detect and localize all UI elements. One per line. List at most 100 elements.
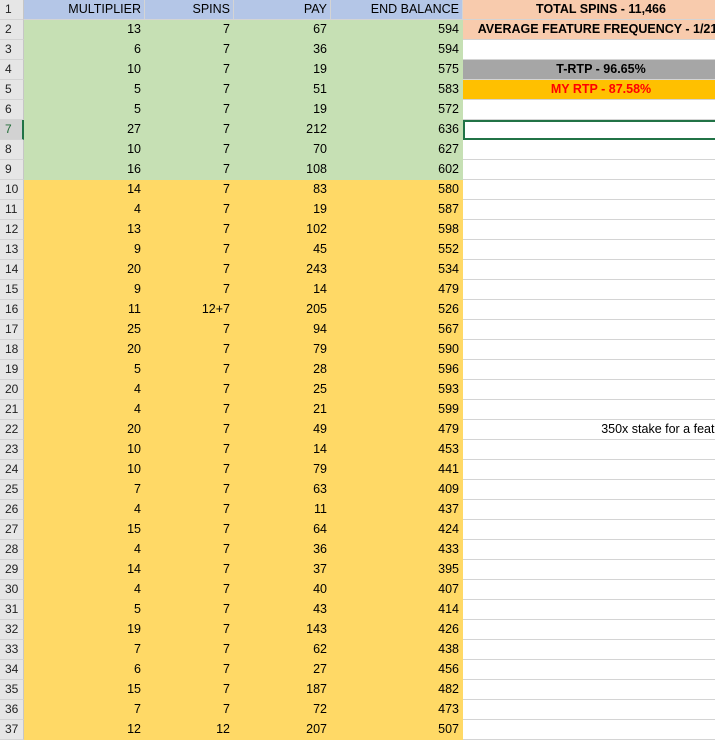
spins-cell[interactable]: 7: [145, 220, 234, 240]
pay-cell[interactable]: 28: [234, 360, 331, 380]
side-cell[interactable]: [463, 180, 715, 200]
selected-cell[interactable]: [463, 120, 715, 140]
pay-cell[interactable]: 27: [234, 660, 331, 680]
multiplier-cell[interactable]: 4: [24, 380, 145, 400]
end-balance-cell[interactable]: 424: [331, 520, 463, 540]
multiplier-cell[interactable]: 14: [24, 560, 145, 580]
multiplier-cell[interactable]: 20: [24, 340, 145, 360]
pay-cell[interactable]: 49: [234, 420, 331, 440]
row-number[interactable]: 33: [0, 640, 24, 660]
row-number[interactable]: 35: [0, 680, 24, 700]
side-cell[interactable]: [463, 560, 715, 580]
end-balance-cell[interactable]: 426: [331, 620, 463, 640]
side-cell[interactable]: [463, 260, 715, 280]
row-number[interactable]: 31: [0, 600, 24, 620]
side-cell[interactable]: [463, 200, 715, 220]
spins-cell[interactable]: 7: [145, 260, 234, 280]
side-cell[interactable]: [463, 660, 715, 680]
end-balance-cell[interactable]: 409: [331, 480, 463, 500]
side-cell[interactable]: [463, 280, 715, 300]
pay-cell[interactable]: 108: [234, 160, 331, 180]
feature-note-cell[interactable]: 350x stake for a feature!: [463, 420, 715, 440]
side-cell[interactable]: [463, 320, 715, 340]
multiplier-cell[interactable]: 4: [24, 400, 145, 420]
row-number[interactable]: 34: [0, 660, 24, 680]
row-number[interactable]: 36: [0, 700, 24, 720]
header-pay[interactable]: PAY: [234, 0, 331, 20]
side-cell[interactable]: [463, 580, 715, 600]
pay-cell[interactable]: 62: [234, 640, 331, 660]
row-number[interactable]: 3: [0, 40, 24, 60]
end-balance-cell[interactable]: 594: [331, 20, 463, 40]
row-number[interactable]: 30: [0, 580, 24, 600]
side-cell[interactable]: [463, 540, 715, 560]
row-number[interactable]: 23: [0, 440, 24, 460]
multiplier-cell[interactable]: 4: [24, 580, 145, 600]
my-rtp-cell[interactable]: MY RTP - 87.58%: [463, 80, 715, 100]
multiplier-cell[interactable]: 4: [24, 200, 145, 220]
spins-cell[interactable]: 7: [145, 640, 234, 660]
pay-cell[interactable]: 79: [234, 460, 331, 480]
multiplier-cell[interactable]: 5: [24, 100, 145, 120]
spins-cell[interactable]: 7: [145, 240, 234, 260]
pay-cell[interactable]: 212: [234, 120, 331, 140]
end-balance-cell[interactable]: 441: [331, 460, 463, 480]
t-rtp-cell[interactable]: T-RTP - 96.65%: [463, 60, 715, 80]
pay-cell[interactable]: 36: [234, 40, 331, 60]
spins-cell[interactable]: 7: [145, 20, 234, 40]
spins-cell[interactable]: 7: [145, 160, 234, 180]
pay-cell[interactable]: 205: [234, 300, 331, 320]
multiplier-cell[interactable]: 12: [24, 720, 145, 740]
row-number[interactable]: 24: [0, 460, 24, 480]
end-balance-cell[interactable]: 599: [331, 400, 463, 420]
end-balance-cell[interactable]: 583: [331, 80, 463, 100]
end-balance-cell[interactable]: 453: [331, 440, 463, 460]
spins-cell[interactable]: 7: [145, 580, 234, 600]
end-balance-cell[interactable]: 479: [331, 280, 463, 300]
row-number[interactable]: 14: [0, 260, 24, 280]
pay-cell[interactable]: 25: [234, 380, 331, 400]
end-balance-cell[interactable]: 507: [331, 720, 463, 740]
spins-cell[interactable]: 7: [145, 440, 234, 460]
side-cell[interactable]: [463, 600, 715, 620]
multiplier-cell[interactable]: 4: [24, 500, 145, 520]
row-number[interactable]: 26: [0, 500, 24, 520]
pay-cell[interactable]: 19: [234, 60, 331, 80]
spins-cell[interactable]: 7: [145, 680, 234, 700]
row-number[interactable]: 37: [0, 720, 24, 740]
pay-cell[interactable]: 64: [234, 520, 331, 540]
multiplier-cell[interactable]: 6: [24, 660, 145, 680]
side-cell[interactable]: [463, 620, 715, 640]
pay-cell[interactable]: 72: [234, 700, 331, 720]
row-number[interactable]: 10: [0, 180, 24, 200]
end-balance-cell[interactable]: 602: [331, 160, 463, 180]
end-balance-cell[interactable]: 636: [331, 120, 463, 140]
side-cell[interactable]: [463, 460, 715, 480]
side-cell[interactable]: [463, 700, 715, 720]
side-cell[interactable]: [463, 640, 715, 660]
side-cell[interactable]: [463, 440, 715, 460]
multiplier-cell[interactable]: 25: [24, 320, 145, 340]
row-number[interactable]: 25: [0, 480, 24, 500]
spins-cell[interactable]: 12+7: [145, 300, 234, 320]
header-multiplier[interactable]: MULTIPLIER: [24, 0, 145, 20]
end-balance-cell[interactable]: 598: [331, 220, 463, 240]
row-number[interactable]: 5: [0, 80, 24, 100]
spins-cell[interactable]: 7: [145, 460, 234, 480]
header-spins[interactable]: SPINS: [145, 0, 234, 20]
row-number[interactable]: 29: [0, 560, 24, 580]
spins-cell[interactable]: 12: [145, 720, 234, 740]
spins-cell[interactable]: 7: [145, 180, 234, 200]
spins-cell[interactable]: 7: [145, 560, 234, 580]
multiplier-cell[interactable]: 10: [24, 140, 145, 160]
end-balance-cell[interactable]: 414: [331, 600, 463, 620]
pay-cell[interactable]: 45: [234, 240, 331, 260]
multiplier-cell[interactable]: 5: [24, 80, 145, 100]
row-number[interactable]: 6: [0, 100, 24, 120]
row-number[interactable]: 20: [0, 380, 24, 400]
side-cell[interactable]: [463, 220, 715, 240]
row-number[interactable]: 17: [0, 320, 24, 340]
row-number[interactable]: 11: [0, 200, 24, 220]
end-balance-cell[interactable]: 627: [331, 140, 463, 160]
row-number[interactable]: 8: [0, 140, 24, 160]
